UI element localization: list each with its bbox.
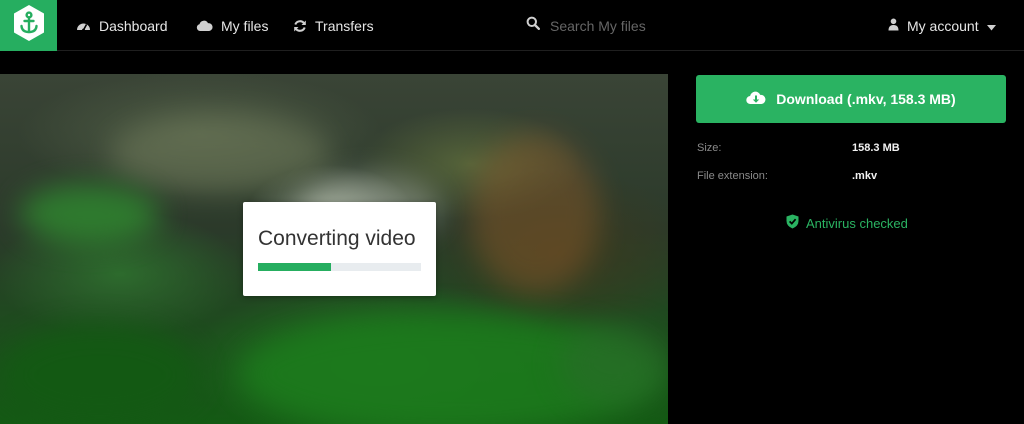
cloud-icon: [196, 20, 213, 32]
search-icon: [526, 16, 541, 35]
nav-dashboard[interactable]: Dashboard: [76, 0, 168, 51]
nav-my-files-label: My files: [221, 17, 269, 34]
extension-value: .mkv: [852, 170, 878, 182]
chevron-down-icon: [986, 18, 996, 34]
nav-transfers[interactable]: Transfers: [293, 0, 374, 51]
video-frame-blur: [110, 114, 330, 194]
cloud-download-icon: [746, 91, 766, 108]
account-menu[interactable]: My account: [888, 0, 996, 51]
conversion-progress-bar: [258, 263, 421, 271]
search-input[interactable]: [550, 17, 750, 34]
antivirus-label: Antivirus checked: [806, 215, 908, 231]
download-label: Download (.mkv, 158.3 MB): [776, 91, 956, 107]
nav-my-files[interactable]: My files: [196, 0, 268, 51]
video-player[interactable]: Converting video: [0, 74, 668, 424]
video-frame-blur: [560, 324, 668, 404]
nav-transfers-label: Transfers: [315, 17, 374, 34]
video-frame-blur: [20, 184, 160, 244]
search-bar: [526, 0, 750, 51]
refresh-icon: [293, 19, 307, 33]
account-label: My account: [907, 17, 979, 34]
video-frame-blur: [0, 324, 200, 424]
logo[interactable]: [0, 0, 57, 51]
top-navbar: Dashboard My files Transfers Search My f…: [0, 0, 1024, 51]
dashboard-icon: [76, 19, 91, 32]
video-frame-blur: [470, 134, 600, 294]
size-value: 158.3 MB: [852, 142, 900, 154]
progress-fill: [258, 263, 332, 271]
download-button[interactable]: Download (.mkv, 158.3 MB): [696, 75, 1006, 123]
shield-check-icon: [786, 214, 799, 232]
anchor-icon: [12, 4, 46, 47]
converting-status: Converting video: [258, 227, 416, 250]
antivirus-status: Antivirus checked: [786, 213, 908, 233]
extension-label: File extension:: [697, 170, 768, 182]
nav-dashboard-label: Dashboard: [99, 17, 168, 34]
size-label: Size:: [697, 142, 722, 154]
converting-dialog: Converting video: [243, 202, 436, 296]
user-icon: [888, 18, 899, 34]
